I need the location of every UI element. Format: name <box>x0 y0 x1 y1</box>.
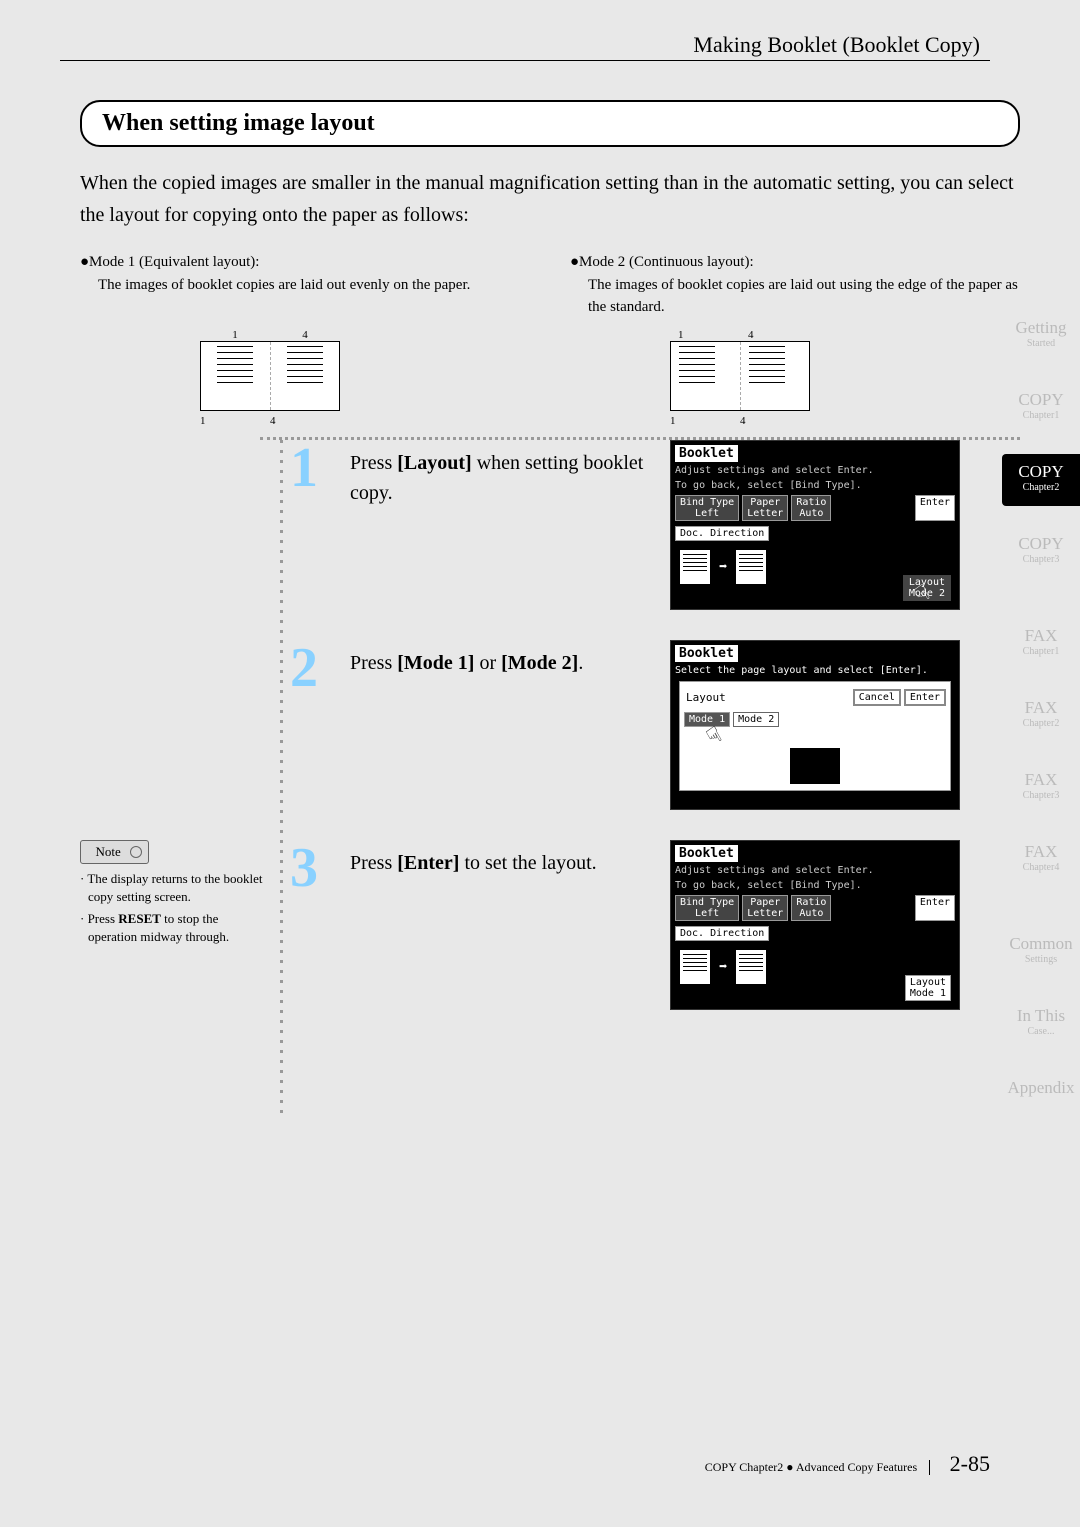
step-3-number: 3 <box>290 840 330 1010</box>
preview-icon <box>790 748 840 784</box>
step-2: 2 Press [Mode 1] or [Mode 2]. Booklet Se… <box>290 640 1020 810</box>
panel-title: Booklet <box>675 445 738 462</box>
mode2-desc: The images of booklet copies are laid ou… <box>588 274 1020 319</box>
mode2-button[interactable]: Mode 2 <box>733 712 779 727</box>
section-intro: When the copied images are smaller in th… <box>80 167 1020 231</box>
doc-direction-button[interactable]: Doc. Direction <box>675 926 769 941</box>
layout-figures: 14 14 14 14 <box>80 329 1020 427</box>
bind-type-button[interactable]: Bind TypeLeft <box>675 895 739 921</box>
booklet-icon <box>735 949 767 985</box>
doc-stack-icon <box>679 949 711 985</box>
page-footer: COPY Chapter2 ● Advanced Copy Features 2… <box>705 1451 990 1477</box>
enter-button[interactable]: Enter <box>904 689 946 706</box>
step-3: Note · The display returns to the bookle… <box>290 840 1020 1010</box>
tab-appendix[interactable]: Appendix <box>1002 1070 1080 1122</box>
step-2-text: Press [Mode 1] or [Mode 2]. <box>350 640 650 810</box>
cancel-button[interactable]: Cancel <box>853 689 901 706</box>
header-rule <box>60 60 990 61</box>
bind-type-button[interactable]: Bind TypeLeft <box>675 495 739 521</box>
note-item: · Press RESET to stop the operation midw… <box>80 910 270 946</box>
enter-button[interactable]: Enter <box>915 895 955 921</box>
step-1-screen: Booklet Adjust settings and select Enter… <box>670 440 960 610</box>
arrow-icon: ➡ <box>719 959 727 975</box>
dotted-vertical <box>280 440 283 1120</box>
step-1-text: Press [Layout] when setting booklet copy… <box>350 440 650 610</box>
panel-title: Booklet <box>675 845 738 862</box>
ratio-button[interactable]: RatioAuto <box>791 495 831 521</box>
step-3-text: Press [Enter] to set the layout. <box>350 840 650 1010</box>
layout-button[interactable]: Layout Mode 1 <box>905 975 951 1001</box>
page-header-title: Making Booklet (Booklet Copy) <box>693 32 980 58</box>
note-item: · The display returns to the booklet cop… <box>80 870 270 906</box>
doc-stack-icon <box>679 549 711 585</box>
mode2-title: ●Mode 2 (Continuous layout): <box>570 251 1020 274</box>
step-2-screen: Booklet Select the page layout and selec… <box>670 640 960 810</box>
section-title: When setting image layout <box>80 100 1020 147</box>
step-2-number: 2 <box>290 640 330 810</box>
mode1-title: ●Mode 1 (Equivalent layout): <box>80 251 530 274</box>
mode2-figure: 14 14 <box>670 329 810 427</box>
paper-button[interactable]: PaperLetter <box>742 895 788 921</box>
note-box: Note · The display returns to the bookle… <box>80 840 270 951</box>
step-1: 1 Press [Layout] when setting booklet co… <box>290 440 1020 610</box>
mode-descriptions: ●Mode 1 (Equivalent layout): The images … <box>80 251 1020 319</box>
paper-button[interactable]: PaperLetter <box>742 495 788 521</box>
booklet-icon <box>735 549 767 585</box>
page-number: 2-85 <box>950 1451 990 1476</box>
mode1-figure: 14 14 <box>200 329 340 427</box>
step-3-screen: Booklet Adjust settings and select Enter… <box>670 840 960 1010</box>
panel-title: Booklet <box>675 645 738 662</box>
mode1-button[interactable]: Mode 1 <box>684 712 730 727</box>
step-1-number: 1 <box>290 440 330 610</box>
arrow-icon: ➡ <box>719 559 727 575</box>
ratio-button[interactable]: RatioAuto <box>791 895 831 921</box>
enter-button[interactable]: Enter <box>915 495 955 521</box>
note-heading: Note <box>80 840 149 864</box>
doc-direction-button[interactable]: Doc. Direction <box>675 526 769 541</box>
mode1-desc: The images of booklet copies are laid ou… <box>98 274 530 297</box>
